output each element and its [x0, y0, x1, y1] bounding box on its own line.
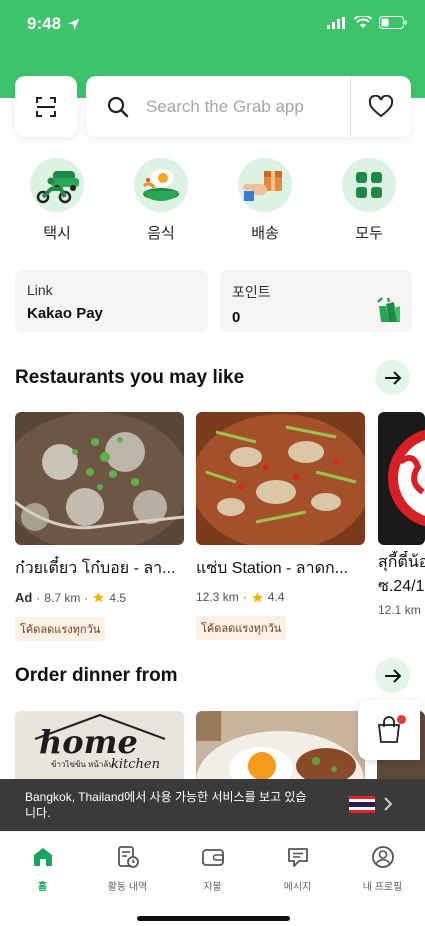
status-time: 9:48 — [27, 14, 80, 34]
signal-icon — [327, 16, 345, 29]
home-indicator — [137, 916, 290, 921]
promo-tag: โค้ดลดแรงทุกวัน — [15, 617, 106, 641]
service-taxi[interactable]: 택시 — [12, 158, 102, 243]
dinner-see-all-button[interactable] — [375, 658, 410, 693]
restaurant-name-line1: สุกี้ตี๋น้อ — [378, 554, 425, 571]
bottom-tab-bar: 홈 활동 내역 지불 메시지 내 프로필 — [0, 831, 425, 926]
link-card-title: Link — [27, 282, 53, 298]
meta-separator: · — [84, 590, 89, 605]
tab-label: 내 프로필 — [362, 882, 403, 893]
arrow-right-icon — [384, 370, 401, 385]
search-bar[interactable]: Search the Grab app — [86, 76, 411, 137]
service-label: 음식 — [147, 225, 175, 242]
restaurant-distance: 8.7 km — [44, 590, 81, 605]
restaurant-name: แซ่บ Station - ลาดก... — [196, 560, 349, 577]
restaurant-distance: 12.1 km — [378, 603, 421, 617]
grid-icon — [342, 158, 396, 212]
heart-icon — [368, 94, 394, 117]
scan-icon — [36, 96, 56, 117]
arrow-right-icon — [384, 668, 401, 683]
tab-profile[interactable]: 내 프로필 — [340, 844, 425, 893]
service-label: 모두 — [355, 225, 383, 242]
service-delivery[interactable]: 배송 — [220, 158, 310, 243]
link-card[interactable]: Link Kakao Pay — [15, 270, 208, 332]
thailand-flag-icon — [349, 796, 375, 813]
food-bowl-icon — [134, 158, 188, 212]
restaurant-logo — [378, 412, 425, 545]
points-card-title: 포인트 — [232, 284, 271, 300]
tab-activity[interactable]: 활동 내역 — [85, 844, 170, 893]
restaurant-name-line2: ซ.24/1 — [378, 578, 425, 595]
service-label: 배송 — [251, 225, 279, 242]
dinner-card-rice-egg[interactable] — [196, 711, 365, 781]
home-icon — [30, 844, 56, 870]
cart-button[interactable] — [358, 700, 420, 760]
restaurant-meta: 12.3 km · 4.4 — [196, 590, 365, 604]
tab-payment[interactable]: 지불 — [170, 844, 255, 893]
star-icon — [251, 591, 263, 602]
ad-badge: Ad — [15, 590, 33, 605]
tab-label: 지불 — [203, 882, 222, 893]
clock-text: 9:48 — [27, 14, 62, 33]
dinner-card-home-kitchen[interactable]: home ข้าวไข่ข้น หน้าล้น kitchen — [15, 711, 184, 781]
link-card-value: Kakao Pay — [27, 305, 103, 322]
wallet-icon — [200, 844, 226, 870]
search-icon — [104, 93, 132, 121]
service-all[interactable]: 모두 — [324, 158, 414, 243]
restaurant-card[interactable]: สุกี้ตี๋น้อ ซ.24/1 12.1 km — [378, 412, 425, 617]
grab-rewards-icon — [377, 297, 400, 322]
restaurant-card[interactable]: แซ่บ Station - ลาดก... 12.3 km · 4.4 โค้… — [196, 412, 365, 640]
favorites-button[interactable] — [351, 76, 411, 137]
restaurant-rating: 4.5 — [109, 590, 127, 605]
tab-label: 홈 — [37, 882, 48, 893]
chevron-right-icon — [384, 797, 393, 811]
location-arrow-icon — [67, 18, 80, 30]
restaurant-photo — [15, 412, 184, 545]
restaurant-distance: 12.3 km — [196, 590, 239, 604]
wifi-icon — [354, 16, 372, 28]
service-shortcuts: 택시 음식 배송 모두 — [0, 158, 425, 248]
restaurant-name: ก๋วยเตี๋ยว โก๋บอย - ลา... — [15, 560, 176, 577]
restaurant-photo — [196, 412, 365, 545]
home-kitchen-logo: home — [39, 723, 138, 761]
restaurant-card[interactable]: ก๋วยเตี๋ยว โก๋บอย - ลา... Ad · 8.7 km · … — [15, 412, 184, 641]
points-card-value: 0 — [232, 309, 241, 326]
home-kitchen-sub: kitchen — [111, 757, 160, 772]
points-card[interactable]: 포인트 0 — [220, 270, 412, 332]
service-label: 택시 — [43, 225, 71, 242]
tab-messages[interactable]: 메시지 — [255, 844, 340, 893]
location-banner-text: Bangkok, Thailand에서 사용 가능한 서비스를 보고 있습니다. — [25, 790, 307, 820]
motorbike-car-icon — [30, 158, 84, 212]
activity-icon — [115, 844, 141, 870]
dinner-section-title: Order dinner from — [15, 665, 178, 686]
search-input[interactable]: Search the Grab app — [146, 97, 350, 117]
tab-label: 메시지 — [283, 882, 312, 893]
restaurants-see-all-button[interactable] — [375, 360, 410, 395]
meta-separator: · — [242, 590, 247, 604]
restaurant-name: สุกี้ตี๋น้อ ซ.24/1 — [378, 551, 425, 599]
home-kitchen-thai-text: ข้าวไข่ข้น หน้าล้น — [51, 760, 114, 769]
restaurants-section-title: Restaurants you may like — [15, 367, 245, 388]
location-banner[interactable]: Bangkok, Thailand에서 사용 가능한 서비스를 보고 있습니다. — [0, 779, 425, 831]
restaurant-rating: 4.4 — [267, 590, 285, 604]
scan-button[interactable] — [15, 76, 77, 137]
restaurant-meta: 12.1 km — [378, 603, 425, 617]
profile-icon — [370, 844, 396, 870]
cart-badge — [397, 715, 406, 724]
tab-home[interactable]: 홈 — [0, 844, 85, 893]
restaurant-meta: Ad · 8.7 km · 4.5 — [15, 590, 184, 605]
meta-separator: · — [36, 590, 41, 605]
parcel-hand-icon — [238, 158, 292, 212]
food-photo — [196, 711, 365, 781]
message-icon — [285, 844, 311, 870]
service-food[interactable]: 음식 — [116, 158, 206, 243]
status-icons — [327, 16, 407, 29]
tab-label: 활동 내역 — [107, 882, 148, 893]
star-icon — [93, 592, 105, 603]
battery-icon — [379, 16, 407, 29]
promo-tag: โค้ดลดแรงทุกวัน — [196, 616, 287, 640]
